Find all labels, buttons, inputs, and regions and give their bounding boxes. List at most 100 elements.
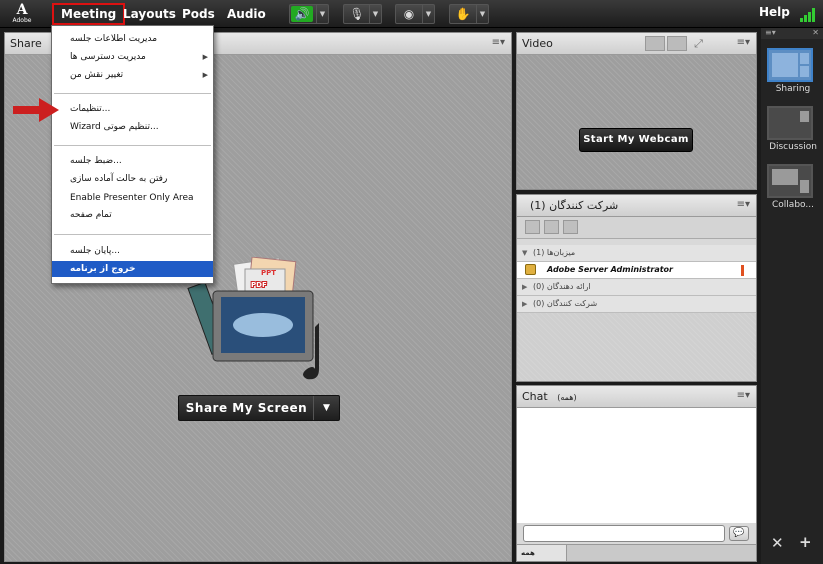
chevron-down-icon[interactable]: ▼ (316, 5, 328, 23)
attendee-group-hosts[interactable]: ▼ میزبان‌ها (1) (517, 245, 756, 262)
menu-item-preferences[interactable]: تنظیمات... (52, 101, 213, 117)
menu-layouts[interactable]: Layouts (116, 5, 183, 23)
rail-options-icon[interactable]: ≡▾ (765, 28, 776, 37)
menu-item-record-meeting[interactable]: ضبط جلسه... (52, 153, 213, 169)
menu-item-change-my-role[interactable]: تغییر نقش من (52, 67, 213, 83)
fullscreen-icon[interactable]: ⤢ (691, 36, 706, 51)
menu-pods[interactable]: Pods (175, 5, 222, 23)
chat-title-text: Chat (522, 390, 548, 403)
share-my-screen-label: Share My Screen (185, 401, 308, 415)
webcam-icon: ◉ (403, 7, 415, 21)
meeting-dropdown-menu: مدیریت اطلاعات جلسه مدیریت دسترسی ها تغی… (51, 25, 214, 284)
menu-item-full-screen[interactable]: تمام صفحه (52, 207, 213, 223)
menu-item-end-meeting[interactable]: پایان جلسه... (52, 243, 213, 259)
pdf-label: PDF (251, 281, 267, 289)
menu-meeting[interactable]: Meeting (52, 3, 126, 25)
layout-discussion-thumbnail[interactable] (767, 106, 813, 140)
video-pod: Video ⤢ ≡▾ Start My Webcam (516, 32, 757, 190)
attendees-title-text: شرکت کنندگان (549, 199, 619, 212)
attendee-row[interactable]: Adobe Server Administrator (517, 262, 756, 279)
rail-header: ≡▾ ✕ (761, 28, 823, 39)
layout-collaboration-thumbnail[interactable] (767, 164, 813, 198)
menu-item-exit-application[interactable]: خروج از برنامه (52, 261, 213, 277)
chat-tabs: همه (517, 544, 756, 561)
menu-item-manage-meeting-info[interactable]: مدیریت اطلاعات جلسه (52, 31, 213, 47)
raise-hand-icon: ✋ (455, 7, 471, 21)
attendee-name: Adobe Server Administrator (547, 265, 673, 274)
chevron-down-icon[interactable]: ▼ (313, 396, 339, 420)
attendees-count: (1) (530, 199, 546, 212)
video-pod-header: Video ⤢ ≡▾ (517, 33, 756, 55)
menu-separator (54, 234, 211, 235)
layout-sharing-label[interactable]: Sharing (761, 84, 823, 94)
adobe-logo: A Adobe (10, 3, 34, 25)
close-icon[interactable]: ✕ (812, 28, 819, 37)
share-my-screen-button[interactable]: Share My Screen ▼ (178, 395, 340, 421)
chat-messages (517, 408, 756, 523)
group-label: میزبان‌ها (1) (533, 248, 576, 257)
menu-separator (54, 145, 211, 146)
pod-options-icon[interactable]: ≡▾ (737, 37, 750, 48)
pod-options-icon[interactable]: ≡▾ (492, 37, 505, 48)
microphone-icon: 🎙 (349, 7, 365, 21)
screen-glow (233, 313, 293, 337)
attendees-empty-area (517, 313, 756, 381)
speaker-icon: 🔊 (291, 6, 313, 22)
chevron-down-icon[interactable]: ▼ (422, 5, 434, 23)
layouts-rail: ≡▾ ✕ Sharing Discussion Collabo... ✕ + (761, 28, 823, 564)
layout-sharing-thumbnail[interactable] (767, 48, 813, 82)
pod-options-icon[interactable]: ≡▾ (737, 390, 750, 401)
menu-item-enable-presenter-only-area[interactable]: Enable Presenter Only Area (52, 190, 213, 206)
chevron-down-icon[interactable]: ▼ (476, 5, 488, 23)
chat-scope: (همه) (557, 393, 577, 402)
menu-separator (54, 93, 211, 94)
menu-audio[interactable]: Audio (220, 5, 273, 23)
attendees-pod-title: شرکت کنندگان (1) (522, 199, 618, 212)
collapsed-triangle-icon[interactable]: ▶ (522, 296, 527, 312)
status-indicator (741, 265, 744, 276)
share-pod-title: Share (10, 37, 42, 50)
chat-send-icon[interactable]: 💬 (729, 526, 749, 541)
attendee-group-participants[interactable]: ▶ شرکت کنندگان (0) (517, 296, 756, 313)
chat-pod-header: Chat (همه) ≡▾ (517, 386, 756, 408)
list-view-icon[interactable] (525, 220, 540, 234)
breakout-view-icon[interactable] (544, 220, 559, 234)
chevron-down-icon[interactable]: ▼ (369, 5, 381, 23)
pod-options-icon[interactable]: ≡▾ (737, 199, 750, 210)
group-label: شرکت کنندگان (0) (533, 299, 598, 308)
chat-pod-title: Chat (همه) (522, 390, 577, 403)
speaker-button[interactable]: 🔊 ▼ (289, 4, 329, 24)
attendees-pod: شرکت کنندگان (1) ≡▾ ▼ میزبان‌ها (1) Adob… (516, 194, 757, 382)
adobe-logo-mark-icon: A (16, 2, 28, 18)
layout-collaboration-label[interactable]: Collabo... (761, 200, 823, 210)
raise-hand-button[interactable]: ✋ ▼ (449, 4, 489, 24)
start-webcam-button[interactable]: Start My Webcam (579, 128, 693, 152)
add-layout-icon[interactable]: + (799, 533, 812, 551)
collapsed-triangle-icon[interactable]: ▶ (522, 279, 527, 295)
chat-tab-everyone[interactable]: همه (517, 545, 567, 561)
wrench-icon[interactable]: ✕ (771, 534, 784, 552)
chat-pod: Chat (همه) ≡▾ 💬 همه (516, 385, 757, 562)
menu-help[interactable]: Help (759, 5, 790, 19)
connection-signal-icon (800, 8, 816, 22)
host-user-icon (525, 264, 536, 275)
adobe-logo-text: Adobe (12, 17, 32, 24)
attendees-toolbar (517, 217, 756, 239)
menu-item-audio-setup-wizard[interactable]: Wizard تنظیم صوتی... (52, 119, 213, 135)
ppt-label: PPT (261, 269, 276, 277)
layout-discussion-label[interactable]: Discussion (761, 142, 823, 152)
menu-item-manage-access[interactable]: مدیریت دسترسی ها (52, 49, 213, 65)
video-stage: Start My Webcam (517, 55, 756, 189)
webcam-button[interactable]: ◉ ▼ (395, 4, 435, 24)
annotation-arrow-icon (13, 98, 59, 122)
expanded-triangle-icon[interactable]: ▼ (522, 245, 527, 261)
attendees-pod-header: شرکت کنندگان (1) ≡▾ (517, 195, 756, 217)
chat-input[interactable] (523, 525, 725, 542)
menu-item-enter-prepare-mode[interactable]: رفتن به حالت آماده سازی (52, 171, 213, 187)
set-user-role-icon[interactable] (563, 220, 578, 234)
filmstrip-view-icon[interactable] (667, 36, 687, 51)
attendee-group-presenters[interactable]: ▶ ارائه دهندگان (0) (517, 279, 756, 296)
microphone-button[interactable]: 🎙 ▼ (343, 4, 382, 24)
grid-view-icon[interactable] (645, 36, 665, 51)
video-pod-title: Video (522, 37, 553, 50)
